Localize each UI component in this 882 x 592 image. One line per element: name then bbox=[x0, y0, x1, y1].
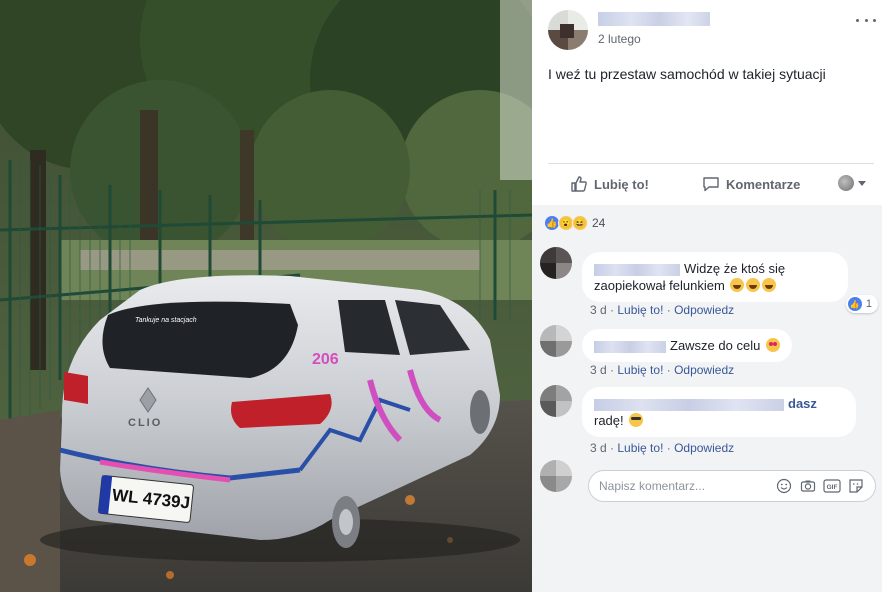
comment-bubble: dasz radę! bbox=[582, 387, 856, 437]
post-actions-bar: Lubię to! Komentarze bbox=[548, 163, 874, 205]
commenter-avatar[interactable] bbox=[540, 247, 572, 279]
commenter-avatar[interactable] bbox=[540, 385, 572, 417]
sunglasses-emoji-icon bbox=[629, 413, 644, 427]
laughing-emoji-icon bbox=[762, 278, 777, 292]
sticker-icon[interactable] bbox=[847, 478, 865, 494]
haha-reaction-icon: 😆 bbox=[572, 215, 588, 231]
comment-reply-link[interactable]: Odpowiedz bbox=[674, 441, 734, 455]
car-photo-image: WL 4739J CLIO 206 Tankuje na stacjach bbox=[0, 0, 532, 592]
like-reaction-icon: 👍 bbox=[847, 297, 862, 311]
comment-tools: GIF bbox=[775, 478, 865, 494]
reaction-count: 24 bbox=[592, 216, 606, 230]
comment-reply-link[interactable]: Odpowiedz bbox=[674, 303, 734, 317]
commenter-name-blurred[interactable] bbox=[594, 398, 784, 411]
comment-like-count-badge[interactable]: 👍 1 bbox=[845, 295, 878, 313]
thumbs-up-icon bbox=[571, 176, 587, 192]
like-button[interactable]: Lubię to! bbox=[570, 175, 649, 193]
like-button-label: Lubię to! bbox=[594, 176, 649, 192]
commenter-avatar[interactable] bbox=[540, 325, 572, 357]
commenter-name-tail[interactable]: dasz bbox=[788, 396, 817, 411]
comment-text: radę! bbox=[594, 413, 624, 428]
post-as-selector[interactable] bbox=[838, 175, 866, 191]
comment-like-link[interactable]: Lubię to! bbox=[617, 303, 663, 317]
comment-input[interactable]: Napisz komentarz... GIF bbox=[588, 470, 876, 502]
post-photo[interactable]: WL 4739J CLIO 206 Tankuje na stacjach bbox=[0, 0, 532, 592]
write-comment-area-bg bbox=[532, 510, 882, 592]
profile-avatar-icon bbox=[838, 175, 854, 191]
comment-text: Widzę że ktoś się bbox=[684, 261, 786, 276]
comment-meta: 3 d · Lubię to! · Odpowiedz bbox=[590, 363, 735, 377]
comment-like-count: 1 bbox=[865, 298, 872, 310]
comment-like-link[interactable]: Lubię to! bbox=[617, 441, 663, 455]
gif-icon-label: GIF bbox=[827, 484, 838, 491]
heart-eyes-emoji-icon bbox=[765, 338, 780, 352]
comment-reply-link[interactable]: Odpowiedz bbox=[674, 363, 734, 377]
comment-button[interactable]: Komentarze bbox=[702, 175, 800, 193]
comment-time[interactable]: 3 d bbox=[590, 441, 607, 455]
current-user-avatar[interactable] bbox=[540, 460, 572, 492]
comment-like-link[interactable]: Lubię to! bbox=[617, 363, 663, 377]
comment-meta: 3 d · Lubię to! · Odpowiedz bbox=[590, 441, 735, 455]
comment-text: Zawsze do celu bbox=[670, 338, 761, 353]
commenter-name-blurred[interactable] bbox=[594, 340, 666, 353]
laughing-emoji-icon bbox=[730, 278, 745, 292]
comment-item: dasz radę! 3 d · Lubię to! · Odpowiedz bbox=[540, 385, 880, 455]
comments-section: 👍 😮 😆 24 Widzę że ktoś się zaopiekował f… bbox=[532, 205, 882, 510]
comment-text-continued: zaopiekował felunkiem bbox=[594, 278, 725, 293]
post-date[interactable]: 2 lutego bbox=[598, 32, 641, 46]
laughing-emoji-icon bbox=[746, 278, 761, 292]
author-name-blurred[interactable] bbox=[598, 12, 710, 26]
car-model-text: CLIO bbox=[128, 417, 162, 429]
comment-meta: 3 d · Lubię to! · Odpowiedz bbox=[590, 303, 735, 317]
commenter-name-blurred[interactable] bbox=[594, 263, 680, 276]
post-panel: 2 lutego I weź tu przestaw samochód w ta… bbox=[532, 0, 882, 592]
reactions-summary[interactable]: 👍 😮 😆 24 bbox=[544, 215, 605, 231]
caret-down-icon bbox=[858, 180, 866, 186]
more-options-icon[interactable] bbox=[856, 14, 876, 26]
comment-time[interactable]: 3 d bbox=[590, 303, 607, 317]
comment-input-placeholder: Napisz komentarz... bbox=[599, 479, 706, 493]
camera-icon[interactable] bbox=[799, 478, 817, 494]
emoji-icon[interactable] bbox=[775, 478, 793, 494]
author-avatar[interactable] bbox=[548, 10, 588, 50]
comment-time[interactable]: 3 d bbox=[590, 363, 607, 377]
comment-item: Zawsze do celu 3 d · Lubię to! · Odpowie… bbox=[540, 325, 880, 381]
comment-bubble-icon bbox=[703, 177, 719, 192]
comment-button-label: Komentarze bbox=[726, 176, 801, 192]
gif-icon[interactable]: GIF bbox=[823, 478, 841, 494]
comment-item: Widzę że ktoś się zaopiekował felunkiem … bbox=[540, 247, 880, 317]
post-text: I weź tu przestaw samochód w takiej sytu… bbox=[548, 66, 826, 82]
comment-bubble: Zawsze do celu bbox=[582, 329, 792, 362]
windshield-text: Tankuje na stacjach bbox=[135, 317, 197, 324]
post-header: 2 lutego bbox=[548, 10, 878, 54]
car-number-text: 206 bbox=[312, 351, 339, 368]
comment-bubble: Widzę że ktoś się zaopiekował felunkiem bbox=[582, 252, 848, 302]
